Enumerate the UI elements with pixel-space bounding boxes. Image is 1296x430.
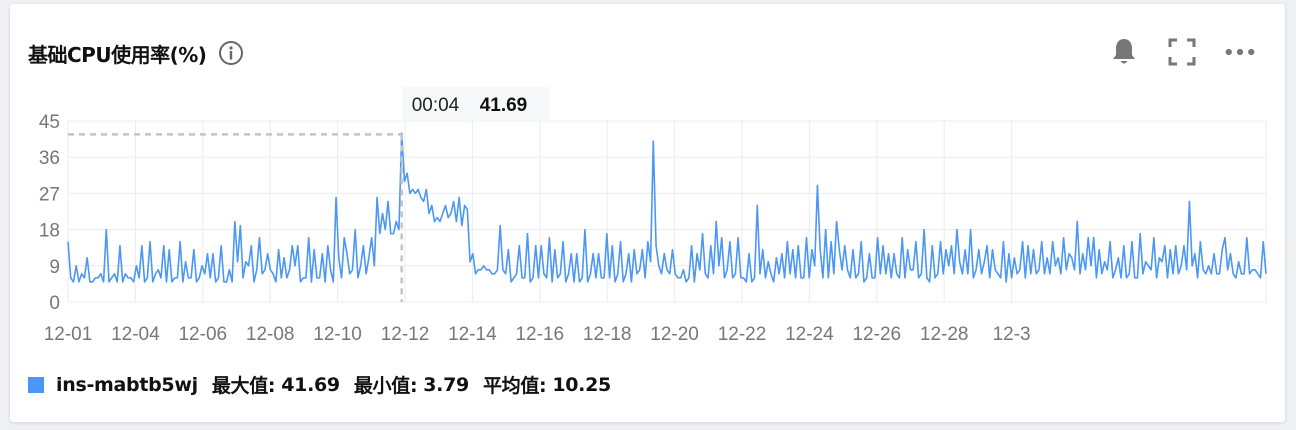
x-tick-label: 12-24	[785, 324, 834, 345]
x-tick-label: 12-10	[313, 324, 362, 345]
y-tick-label: 18	[39, 221, 60, 242]
x-tick-label: 12-01	[44, 324, 93, 345]
x-tick-label: 12-3	[993, 324, 1031, 345]
y-tick-label: 9	[49, 257, 60, 278]
y-tick-label: 27	[39, 184, 60, 205]
series-line-ins-mabtb5wj[interactable]	[67, 132, 1267, 283]
x-tick-label: 12-26	[852, 324, 901, 345]
x-tick-label: 12-14	[448, 324, 497, 345]
legend-series-name[interactable]: ins-mabtb5wj	[56, 374, 198, 396]
legend-min-value: 3.79	[423, 373, 469, 396]
x-tick-label: 12-28	[920, 324, 969, 345]
legend-max-label: 最大值:	[211, 375, 276, 397]
x-tick-label: 12-22	[718, 324, 767, 345]
y-tick-label: 0	[49, 293, 60, 314]
legend: ins-mabtb5wj 最大值: 41.69 最小值: 3.79 平均值: 1…	[28, 371, 611, 398]
legend-max-value: 41.69	[281, 373, 340, 396]
tooltip-time: 00:04	[412, 95, 460, 116]
x-tick-label: 12-20	[650, 324, 699, 345]
cpu-line-chart[interactable]: 0 9 18 27 36 45 12-01 12-04 12-06 12-08 12-10 12-12…	[0, 0, 1296, 370]
legend-min-label: 最小值:	[353, 375, 418, 397]
x-tick-label: 12-04	[111, 324, 160, 345]
y-tick-label: 36	[39, 148, 60, 169]
legend-avg-value: 10.25	[552, 373, 611, 396]
y-tick-label: 45	[39, 112, 60, 133]
legend-avg-label: 平均值:	[482, 375, 547, 397]
x-tick-label: 12-06	[178, 324, 227, 345]
x-tick-label: 12-08	[246, 324, 295, 345]
tooltip-value: 41.69	[480, 95, 528, 116]
legend-swatch[interactable]	[28, 376, 44, 393]
x-tick-label: 12-18	[583, 324, 632, 345]
x-tick-label: 12-16	[515, 324, 564, 345]
x-tick-label: 12-12	[381, 324, 430, 345]
